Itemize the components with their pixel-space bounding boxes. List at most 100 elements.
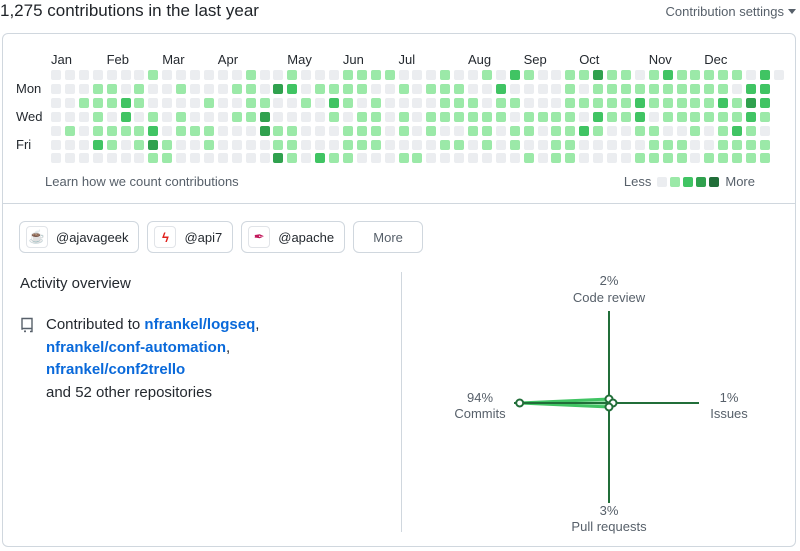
contribution-day-cell[interactable] xyxy=(78,125,89,136)
contribution-day-cell[interactable] xyxy=(551,125,562,136)
contribution-day-cell[interactable] xyxy=(634,83,645,94)
contribution-day-cell[interactable] xyxy=(176,139,187,150)
contribution-day-cell[interactable] xyxy=(398,97,409,108)
contribution-day-cell[interactable] xyxy=(481,83,492,94)
contribution-day-cell[interactable] xyxy=(426,125,437,136)
contribution-day-cell[interactable] xyxy=(759,97,770,108)
contribution-day-cell[interactable] xyxy=(245,125,256,136)
contribution-day-cell[interactable] xyxy=(495,139,506,150)
contribution-day-cell[interactable] xyxy=(620,97,631,108)
contribution-day-cell[interactable] xyxy=(120,70,131,80)
contribution-day-cell[interactable] xyxy=(342,83,353,94)
contribution-day-cell[interactable] xyxy=(607,83,617,94)
contribution-day-cell[interactable] xyxy=(190,70,200,80)
contribution-day-cell[interactable] xyxy=(746,139,756,150)
contribution-day-cell[interactable] xyxy=(315,70,326,80)
contribution-day-cell[interactable] xyxy=(648,70,659,80)
contribution-day-cell[interactable] xyxy=(690,153,701,164)
contribution-day-cell[interactable] xyxy=(329,111,339,122)
contribution-day-cell[interactable] xyxy=(162,139,173,150)
contribution-day-cell[interactable] xyxy=(454,97,465,108)
contribution-day-cell[interactable] xyxy=(676,153,687,164)
contribution-day-cell[interactable] xyxy=(217,97,228,108)
contribution-day-cell[interactable] xyxy=(273,125,284,136)
contribution-day-cell[interactable] xyxy=(370,83,381,94)
contribution-day-cell[interactable] xyxy=(370,153,381,164)
contribution-day-cell[interactable] xyxy=(398,125,409,136)
contribution-day-cell[interactable] xyxy=(92,125,103,136)
contribution-day-cell[interactable] xyxy=(148,83,159,94)
contribution-day-cell[interactable] xyxy=(648,125,659,136)
contribution-day-cell[interactable] xyxy=(426,97,437,108)
contribution-day-cell[interactable] xyxy=(162,97,173,108)
contribution-day-cell[interactable] xyxy=(259,111,270,122)
contribution-day-cell[interactable] xyxy=(746,83,756,94)
contribution-day-cell[interactable] xyxy=(551,153,562,164)
contribution-day-cell[interactable] xyxy=(732,111,743,122)
contribution-day-cell[interactable] xyxy=(356,153,367,164)
contribution-day-cell[interactable] xyxy=(370,97,381,108)
contribution-day-cell[interactable] xyxy=(551,97,562,108)
contribution-day-cell[interactable] xyxy=(176,125,187,136)
contribution-day-cell[interactable] xyxy=(481,153,492,164)
contribution-day-cell[interactable] xyxy=(746,97,756,108)
contribution-day-cell[interactable] xyxy=(634,125,645,136)
contribution-day-cell[interactable] xyxy=(412,125,423,136)
contribution-day-cell[interactable] xyxy=(746,153,756,164)
contribution-day-cell[interactable] xyxy=(231,125,242,136)
contribution-day-cell[interactable] xyxy=(370,125,381,136)
contribution-day-cell[interactable] xyxy=(398,139,409,150)
contribution-day-cell[interactable] xyxy=(356,111,367,122)
contribution-day-cell[interactable] xyxy=(398,83,409,94)
contribution-day-cell[interactable] xyxy=(287,125,298,136)
contribution-day-cell[interactable] xyxy=(301,83,312,94)
contribution-day-cell[interactable] xyxy=(273,153,284,164)
contribution-day-cell[interactable] xyxy=(607,70,617,80)
contribution-day-cell[interactable] xyxy=(329,125,339,136)
contribution-day-cell[interactable] xyxy=(120,111,131,122)
contribution-day-cell[interactable] xyxy=(259,97,270,108)
contribution-day-cell[interactable] xyxy=(273,139,284,150)
contribution-day-cell[interactable] xyxy=(92,97,103,108)
contribution-day-cell[interactable] xyxy=(92,139,103,150)
contribution-day-cell[interactable] xyxy=(78,83,89,94)
contribution-day-cell[interactable] xyxy=(134,70,145,80)
contribution-day-cell[interactable] xyxy=(176,153,187,164)
contribution-day-cell[interactable] xyxy=(620,125,631,136)
contribution-day-cell[interactable] xyxy=(301,139,312,150)
contribution-day-cell[interactable] xyxy=(468,70,478,80)
contribution-day-cell[interactable] xyxy=(287,83,298,94)
contribution-day-cell[interactable] xyxy=(718,83,729,94)
contribution-day-cell[interactable] xyxy=(134,83,145,94)
contribution-day-cell[interactable] xyxy=(732,70,743,80)
contribution-day-cell[interactable] xyxy=(523,111,534,122)
contribution-day-cell[interactable] xyxy=(148,111,159,122)
contribution-day-cell[interactable] xyxy=(704,70,715,80)
contribution-day-cell[interactable] xyxy=(78,111,89,122)
contribution-day-cell[interactable] xyxy=(106,139,117,150)
contribution-day-cell[interactable] xyxy=(287,139,298,150)
contribution-day-cell[interactable] xyxy=(523,83,534,94)
contribution-day-cell[interactable] xyxy=(190,139,200,150)
contribution-day-cell[interactable] xyxy=(662,125,673,136)
contribution-day-cell[interactable] xyxy=(148,97,159,108)
contribution-day-cell[interactable] xyxy=(537,139,548,150)
contribution-day-cell[interactable] xyxy=(495,97,506,108)
contribution-day-cell[interactable] xyxy=(537,70,548,80)
contribution-day-cell[interactable] xyxy=(176,70,187,80)
contribution-day-cell[interactable] xyxy=(662,111,673,122)
contribution-day-cell[interactable] xyxy=(412,139,423,150)
contribution-day-cell[interactable] xyxy=(523,139,534,150)
contribution-day-cell[interactable] xyxy=(620,111,631,122)
contribution-day-cell[interactable] xyxy=(315,125,326,136)
contribution-day-cell[interactable] xyxy=(593,70,604,80)
contribution-day-cell[interactable] xyxy=(454,111,465,122)
contribution-day-cell[interactable] xyxy=(454,139,465,150)
contribution-day-cell[interactable] xyxy=(301,111,312,122)
contribution-day-cell[interactable] xyxy=(329,97,339,108)
contribution-day-cell[interactable] xyxy=(481,70,492,80)
contribution-day-cell[interactable] xyxy=(565,111,576,122)
contribution-day-cell[interactable] xyxy=(92,70,103,80)
contribution-day-cell[interactable] xyxy=(565,139,576,150)
contribution-day-cell[interactable] xyxy=(537,97,548,108)
